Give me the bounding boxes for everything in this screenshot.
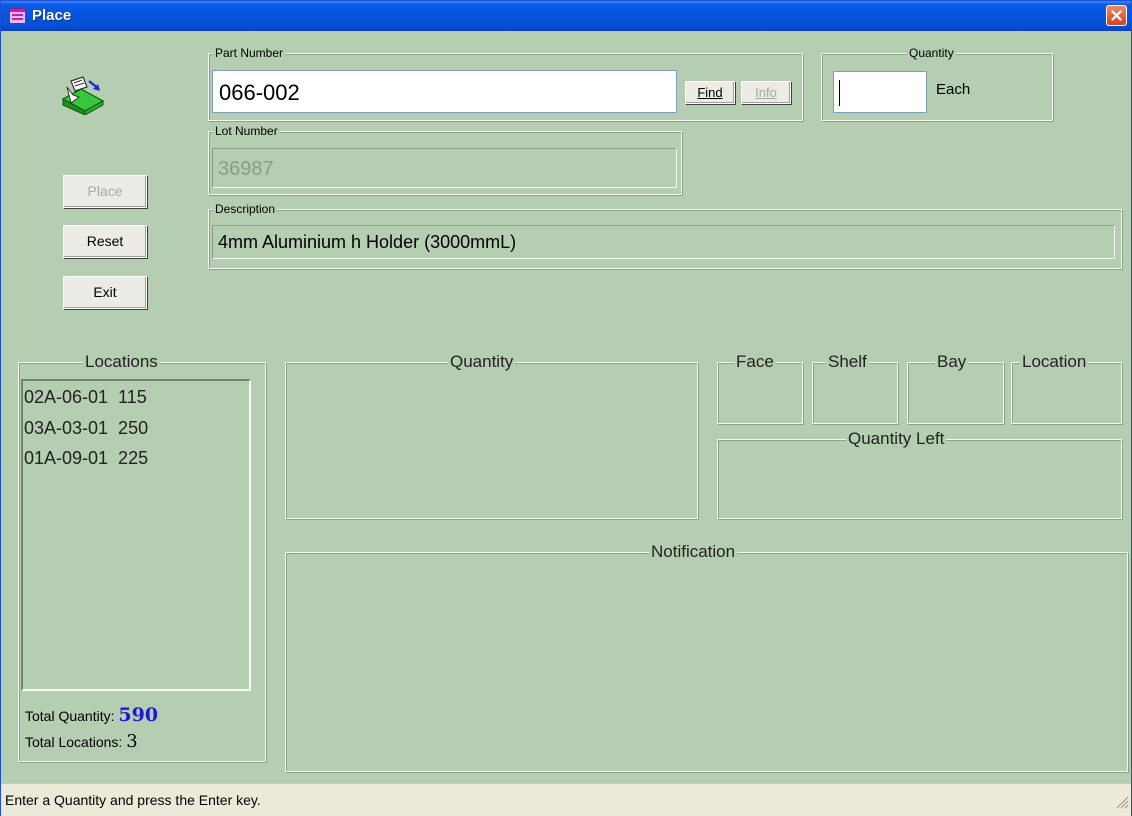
face-legend: Face xyxy=(734,352,776,372)
status-bar: Enter a Quantity and press the Enter key… xyxy=(1,783,1131,816)
status-message: Enter a Quantity and press the Enter key… xyxy=(5,792,261,808)
description-value: 4mm Aluminium h Holder (3000mmL) xyxy=(218,232,517,252)
reset-button[interactable]: Reset xyxy=(63,225,147,258)
quantity-left-panel: Quantity Left xyxy=(717,429,1122,519)
title-bar[interactable]: Place xyxy=(1,1,1131,31)
window-title: Place xyxy=(32,7,72,24)
lot-number-value: 36987 xyxy=(218,158,274,180)
total-locations-label: Total Locations: xyxy=(25,734,123,750)
locations-legend: Locations xyxy=(83,352,160,372)
part-number-value: 066-002 xyxy=(219,80,300,105)
quantity-entry-legend: Quantity xyxy=(907,46,956,60)
notification-panel: Notification xyxy=(285,542,1128,772)
bay-legend: Bay xyxy=(935,352,969,372)
lot-number-legend: Lot Number xyxy=(213,124,280,138)
description-field: 4mm Aluminium h Holder (3000mmL) xyxy=(212,225,1115,259)
quantity-unit: Each xyxy=(936,81,971,98)
app-window-icon xyxy=(9,8,26,24)
text-cursor xyxy=(839,80,840,106)
quantity-panel-legend: Quantity xyxy=(448,352,516,372)
quantity-input[interactable] xyxy=(833,71,927,113)
location-panel: Location xyxy=(1011,352,1122,424)
location-legend: Location xyxy=(1020,352,1089,372)
total-quantity-label: Total Quantity: xyxy=(25,708,115,724)
exit-button[interactable]: Exit xyxy=(63,276,147,309)
part-number-legend: Part Number xyxy=(213,46,286,60)
total-quantity-value: 590 xyxy=(118,704,159,726)
shelf-legend: Shelf xyxy=(826,352,869,372)
find-button[interactable]: Find xyxy=(685,81,735,104)
bay-panel: Bay xyxy=(907,352,1004,424)
total-locations-value: 3 xyxy=(126,731,138,752)
location-list-item[interactable]: 02A-06-01 115 xyxy=(24,387,147,408)
place-part-icon xyxy=(57,73,107,120)
close-icon xyxy=(1111,10,1122,21)
total-quantity-row: Total Quantity: 590 xyxy=(25,704,158,726)
quantity-panel: Quantity xyxy=(285,352,698,519)
info-button[interactable]: Info xyxy=(741,81,791,104)
place-window: Place Part Number 066-002 Find Info Quan… xyxy=(0,0,1132,816)
description-legend: Description xyxy=(213,202,278,216)
resize-grip-icon[interactable] xyxy=(1115,795,1129,814)
face-panel: Face xyxy=(717,352,803,424)
shelf-panel: Shelf xyxy=(812,352,898,424)
lot-number-field: 36987 xyxy=(212,148,677,188)
location-list-item[interactable]: 01A-09-01 225 xyxy=(24,448,148,469)
close-button[interactable] xyxy=(1106,5,1127,26)
locations-list[interactable]: 02A-06-01 115 03A-03-01 250 01A-09-01 22… xyxy=(21,379,251,691)
notification-legend: Notification xyxy=(649,542,738,562)
total-locations-row: Total Locations: 3 xyxy=(25,731,138,752)
part-number-input[interactable]: 066-002 xyxy=(212,70,677,113)
quantity-left-legend: Quantity Left xyxy=(846,429,947,449)
place-button[interactable]: Place xyxy=(63,175,147,208)
location-list-item[interactable]: 03A-03-01 250 xyxy=(24,418,148,439)
